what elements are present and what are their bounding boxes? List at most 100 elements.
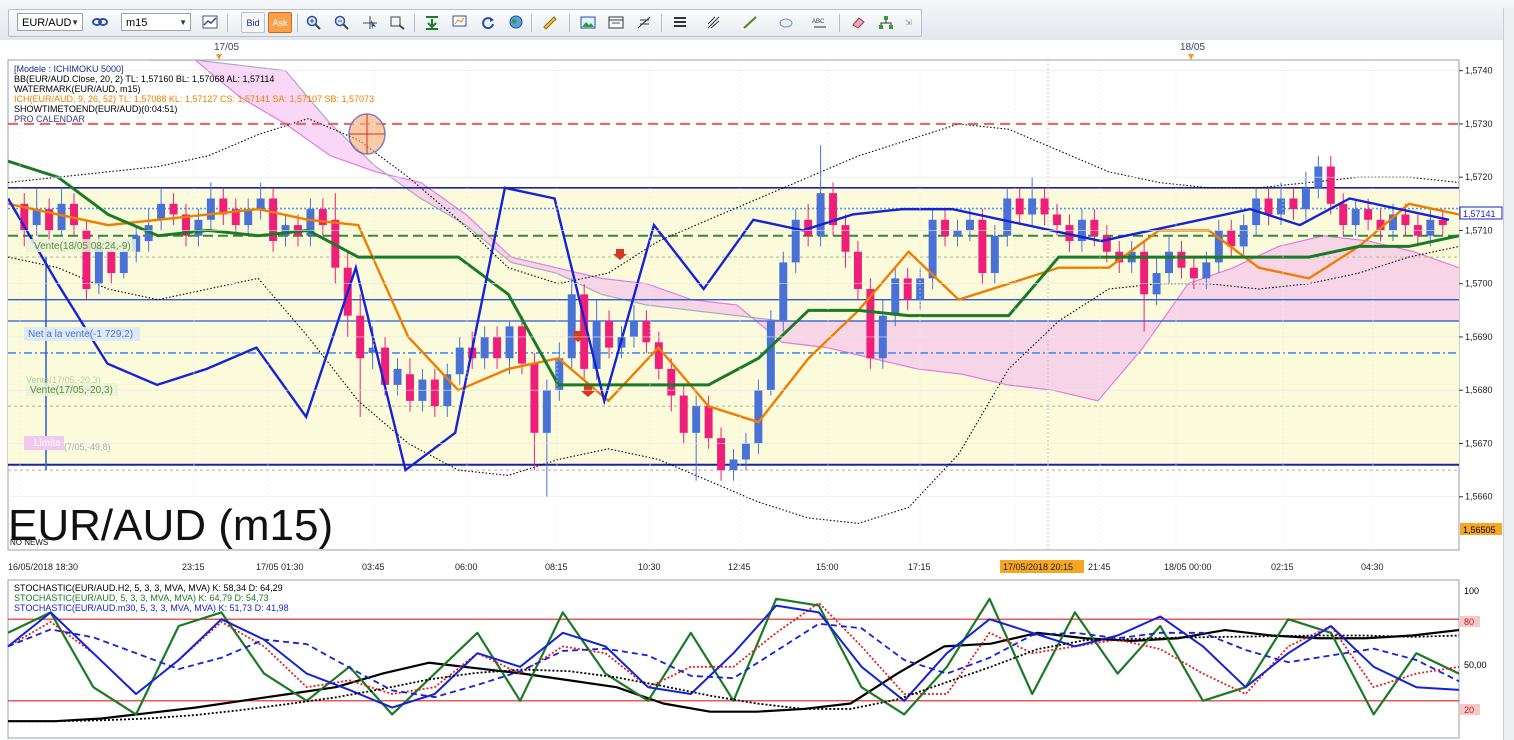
time-tick-label: 17/05 01:30	[256, 562, 304, 572]
horizontal-lines-button[interactable]	[669, 13, 691, 32]
candle-body	[953, 230, 962, 236]
more-button[interactable]: ⇲	[901, 13, 915, 32]
candle-body	[119, 251, 128, 274]
more-icon: ⇲	[905, 18, 912, 27]
indicator-tree-icon	[879, 16, 893, 29]
date-marker-label: 17/05	[214, 42, 239, 53]
candle-body	[928, 219, 937, 279]
indicator-tree-button[interactable]	[875, 13, 897, 32]
cursor-button[interactable]	[359, 13, 381, 32]
timeframe-select[interactable]: m15 ▼	[121, 13, 191, 31]
candle-body	[1040, 198, 1049, 215]
link-icon	[92, 18, 108, 26]
candle-body	[1028, 198, 1037, 215]
toolbar-separator	[414, 14, 415, 32]
price-tick-label: 1,5670	[1465, 438, 1493, 448]
candle-body	[679, 395, 688, 433]
globe-button[interactable]	[505, 13, 527, 32]
toolbar-separator	[227, 14, 228, 32]
time-tick-label: 08:15	[545, 562, 568, 572]
pitchfork-button[interactable]	[703, 13, 725, 32]
time-tick-label: 03:45	[362, 562, 385, 572]
legend-calendar: PRO CALENDAR	[14, 114, 86, 124]
candle-body	[567, 294, 576, 359]
time-tick-label: 10:30	[638, 562, 661, 572]
price-axis[interactable]: 1,5740 1,5730 1,5720 1,5710 1,5700 1,5690 1,56…	[1459, 60, 1503, 550]
candle-body	[1264, 198, 1273, 215]
time-tick-label: 17/05/2018 20:15	[1003, 562, 1073, 572]
candle-body	[455, 347, 464, 375]
candle-body	[1401, 214, 1410, 226]
candle-body	[405, 374, 414, 401]
candle-body	[517, 326, 526, 364]
candle-body	[941, 219, 950, 236]
ellipse-tool-button[interactable]	[775, 13, 797, 32]
symbol-select[interactable]: EUR/AUD ▼	[17, 13, 83, 31]
line-tool-button[interactable]	[739, 13, 761, 32]
candle-body	[741, 443, 750, 460]
order-vente-2[interactable]: Vente(17/05,-20,3)	[30, 385, 113, 396]
date-marker-label: 18/05	[1180, 42, 1205, 53]
order-net[interactable]: Net a la vente(-1 729,2)	[28, 329, 133, 340]
abc-text-icon: ABC	[812, 19, 826, 28]
candle-body	[692, 406, 701, 433]
price-tick-label: 1,5700	[1465, 279, 1493, 289]
legend-model: [Modele : ICHIMOKU 5000]	[14, 64, 124, 74]
abc-text-button[interactable]: ABC	[809, 13, 831, 32]
globe-icon	[509, 15, 523, 29]
zoom-out-button[interactable]	[331, 13, 353, 32]
price-tick-label: 1,5720	[1465, 172, 1493, 182]
picture-button[interactable]	[577, 13, 599, 32]
link-button[interactable]	[89, 13, 111, 32]
candle-body	[978, 219, 987, 274]
chart-window-button[interactable]	[449, 13, 471, 32]
osc-tick-100: 100	[1464, 586, 1479, 596]
download-button[interactable]	[421, 13, 443, 32]
time-tick-label: 02:15	[1271, 562, 1294, 572]
candle-body	[903, 278, 912, 300]
ask-button[interactable]: Ask	[268, 12, 292, 33]
candle-body	[1277, 198, 1285, 215]
zoom-in-button[interactable]	[303, 13, 325, 32]
time-axis[interactable]: 16/05/2018 18:30 23:15 17/05 01:30 03:45 06:…	[8, 559, 1459, 575]
time-tick-label: 12:45	[728, 562, 751, 572]
price-axis-background	[1460, 60, 1503, 550]
legend-ichimoku: ICH(EUR/AUD, 9, 26, 52) TL: 1,57088 KL: …	[14, 94, 374, 104]
time-tick-label: 21:45	[1088, 562, 1111, 572]
chart-type-button[interactable]	[199, 13, 221, 32]
candle-body	[1177, 251, 1186, 268]
refresh-button[interactable]	[477, 13, 499, 32]
candle-body	[965, 219, 974, 231]
ruler-button[interactable]	[539, 13, 561, 32]
template-button[interactable]	[605, 13, 627, 32]
oscillator-legend: STOCHASTIC(EUR/AUD.H2, 5, 3, 3, MVA, MVA…	[14, 583, 289, 613]
eraser-button[interactable]	[847, 13, 869, 32]
candle-body	[1165, 251, 1174, 274]
fibonacci-button[interactable]	[633, 13, 655, 32]
magnifier-button[interactable]	[387, 13, 409, 32]
candle-body	[530, 363, 539, 433]
chart-window-icon	[452, 15, 467, 27]
stochastic-panel[interactable]: STOCHASTIC(EUR/AUD.H2, 5, 3, 3, MVA, MVA…	[0, 578, 1503, 740]
candle-body	[493, 336, 502, 359]
candle-body	[194, 219, 203, 236]
order-vente-1[interactable]: Vente(18/05 08:24,-9)	[34, 241, 131, 252]
candle-body	[629, 320, 638, 337]
bid-button[interactable]: Bid	[241, 12, 265, 33]
candle-body	[1015, 198, 1024, 215]
legend-stoch-m15: STOCHASTIC(EUR/AUD, 5, 3, 3, MVA, MVA) K…	[14, 593, 269, 603]
chevron-down-icon: ▼	[71, 18, 79, 27]
order-limit-value: (7/05,-49,8)	[64, 442, 111, 452]
candle-body	[1339, 203, 1348, 226]
osc-tick-20: 20	[1464, 705, 1474, 715]
candle-body	[717, 438, 726, 471]
price-chart[interactable]: 17/05 18/05 [Modele : ICHIMOKU 5000] BB(…	[0, 40, 1503, 578]
legend-stoch-m30: STOCHASTIC(EUR/AUD.m30, 5, 3, 3, MVA, MV…	[14, 603, 289, 613]
candle-body	[57, 203, 66, 231]
candle-body	[480, 336, 489, 359]
time-tick-label: 18/05 00:00	[1164, 562, 1212, 572]
candle-body	[816, 193, 825, 236]
ellipse-tool-icon	[779, 18, 793, 28]
order-limit-label[interactable]: Limite	[34, 438, 61, 449]
price-tick-label: 1,5740	[1465, 66, 1493, 76]
